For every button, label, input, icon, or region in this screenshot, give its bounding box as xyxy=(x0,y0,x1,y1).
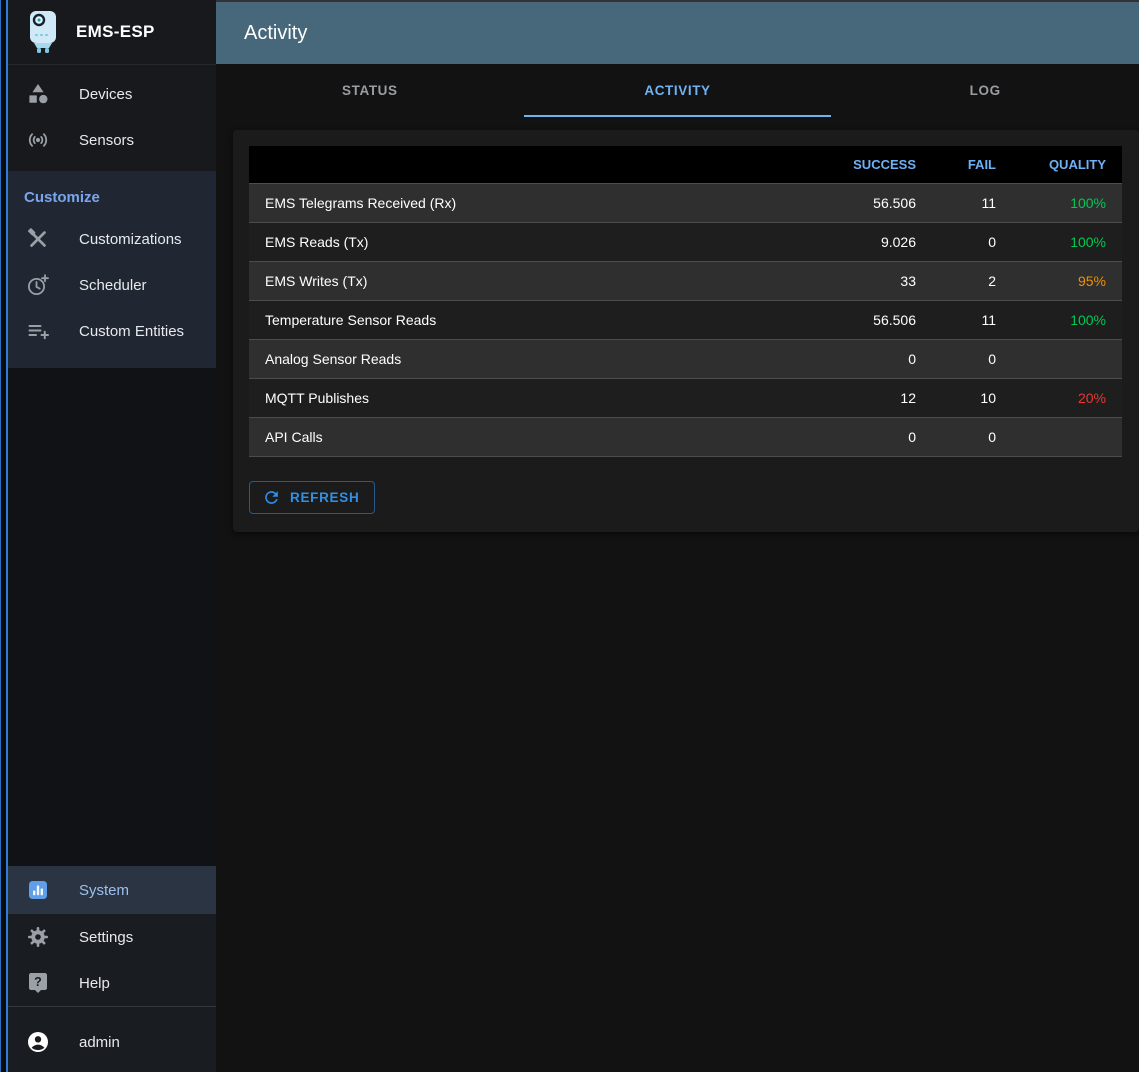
row-quality-value: 100% xyxy=(1012,183,1122,222)
sidebar-item-label: Settings xyxy=(79,929,133,946)
construction-icon xyxy=(26,227,50,251)
table-row: EMS Reads (Tx) 9.026 0 100% xyxy=(249,222,1122,261)
sidebar-item-label: Scheduler xyxy=(79,277,147,294)
category-icon xyxy=(26,82,50,106)
sidebar-customize-section: Customize Customizations xyxy=(8,171,216,368)
row-label: EMS Writes (Tx) xyxy=(249,261,802,300)
column-header-fail: FAIL xyxy=(932,146,1012,183)
tab-log[interactable]: LOG xyxy=(831,64,1139,117)
svg-text:?: ? xyxy=(34,975,42,989)
help-icon: ? xyxy=(26,971,50,995)
sidebar-item-settings[interactable]: Settings xyxy=(8,914,216,960)
row-fail-value: 11 xyxy=(932,300,1012,339)
activity-panel: SUCCESS FAIL QUALITY EMS Telegrams Recei… xyxy=(233,130,1139,532)
username-label: admin xyxy=(79,1034,120,1051)
sidebar-item-admin[interactable]: admin xyxy=(8,1019,216,1065)
table-row: EMS Telegrams Received (Rx) 56.506 11 10… xyxy=(249,183,1122,222)
ems-esp-logo-icon xyxy=(24,10,62,54)
activity-table: SUCCESS FAIL QUALITY EMS Telegrams Recei… xyxy=(249,146,1122,457)
row-fail-value: 0 xyxy=(932,417,1012,456)
sidebar-bottom-section: System xyxy=(8,866,216,1006)
table-row: MQTT Publishes 12 10 20% xyxy=(249,378,1122,417)
sidebar-item-label: Devices xyxy=(79,86,132,103)
row-quality-value: 100% xyxy=(1012,222,1122,261)
tab-activity[interactable]: ACTIVITY xyxy=(524,64,832,117)
app-title: EMS-ESP xyxy=(76,22,155,42)
row-success-value: 0 xyxy=(802,417,932,456)
row-success-value: 56.506 xyxy=(802,183,932,222)
row-quality-value xyxy=(1012,339,1122,378)
row-fail-value: 11 xyxy=(932,183,1012,222)
appbar: Activity xyxy=(216,0,1139,64)
row-success-value: 33 xyxy=(802,261,932,300)
window-edge xyxy=(0,0,8,1072)
row-success-value: 0 xyxy=(802,339,932,378)
sidebar-item-help[interactable]: ? Help xyxy=(8,960,216,1006)
table-header-row: SUCCESS FAIL QUALITY xyxy=(249,146,1122,183)
tab-bar: STATUS ACTIVITY LOG xyxy=(216,64,1139,117)
playlist-add-icon xyxy=(26,319,50,343)
row-fail-value: 0 xyxy=(932,339,1012,378)
row-label: API Calls xyxy=(249,417,802,456)
sidebar-spacer xyxy=(8,368,216,866)
row-fail-value: 0 xyxy=(932,222,1012,261)
sidebar-user-section: admin xyxy=(8,1007,216,1072)
main-area: Activity STATUS ACTIVITY LOG SUCCESS FAI… xyxy=(216,0,1139,1072)
refresh-button[interactable]: REFRESH xyxy=(249,481,375,514)
account-circle-icon xyxy=(26,1030,50,1054)
sidebar-item-custom-entities[interactable]: Custom Entities xyxy=(8,308,216,354)
refresh-icon xyxy=(262,488,281,507)
row-label: EMS Reads (Tx) xyxy=(249,222,802,261)
gear-icon xyxy=(26,925,50,949)
page-title: Activity xyxy=(244,22,307,45)
row-fail-value: 2 xyxy=(932,261,1012,300)
sensors-icon xyxy=(26,128,50,152)
sidebar-item-customizations[interactable]: Customizations xyxy=(8,216,216,262)
row-success-value: 12 xyxy=(802,378,932,417)
row-label: Analog Sensor Reads xyxy=(249,339,802,378)
app-root: EMS-ESP Devices xyxy=(0,0,1139,1072)
customize-section-label: Customize xyxy=(8,171,216,216)
row-label: Temperature Sensor Reads xyxy=(249,300,802,339)
sidebar: EMS-ESP Devices xyxy=(8,0,216,1072)
sidebar-item-sensors[interactable]: Sensors xyxy=(8,117,216,163)
analytics-icon xyxy=(26,878,50,902)
sidebar-item-label: Customizations xyxy=(79,231,182,248)
more-time-icon xyxy=(26,273,50,297)
tab-status[interactable]: STATUS xyxy=(216,64,524,117)
column-header-quality: QUALITY xyxy=(1012,146,1122,183)
row-quality-value xyxy=(1012,417,1122,456)
sidebar-item-label: Custom Entities xyxy=(79,323,184,340)
table-row: Analog Sensor Reads 0 0 xyxy=(249,339,1122,378)
table-row: EMS Writes (Tx) 33 2 95% xyxy=(249,261,1122,300)
row-label: MQTT Publishes xyxy=(249,378,802,417)
row-success-value: 56.506 xyxy=(802,300,932,339)
sidebar-header: EMS-ESP xyxy=(8,0,216,65)
sidebar-item-label: Help xyxy=(79,975,110,992)
table-row: Temperature Sensor Reads 56.506 11 100% xyxy=(249,300,1122,339)
row-label: EMS Telegrams Received (Rx) xyxy=(249,183,802,222)
row-quality-value: 95% xyxy=(1012,261,1122,300)
row-success-value: 9.026 xyxy=(802,222,932,261)
tab-panel-activity: SUCCESS FAIL QUALITY EMS Telegrams Recei… xyxy=(216,117,1139,1072)
refresh-button-label: REFRESH xyxy=(290,490,359,505)
row-quality-value: 100% xyxy=(1012,300,1122,339)
row-fail-value: 10 xyxy=(932,378,1012,417)
sidebar-item-label: System xyxy=(79,882,129,899)
column-header-name xyxy=(249,146,802,183)
column-header-success: SUCCESS xyxy=(802,146,932,183)
sidebar-item-system[interactable]: System xyxy=(8,866,216,914)
sidebar-item-scheduler[interactable]: Scheduler xyxy=(8,262,216,308)
table-row: API Calls 0 0 xyxy=(249,417,1122,456)
sidebar-item-devices[interactable]: Devices xyxy=(8,71,216,117)
sidebar-main-section: Devices Sensors xyxy=(8,65,216,171)
row-quality-value: 20% xyxy=(1012,378,1122,417)
sidebar-item-label: Sensors xyxy=(79,132,134,149)
